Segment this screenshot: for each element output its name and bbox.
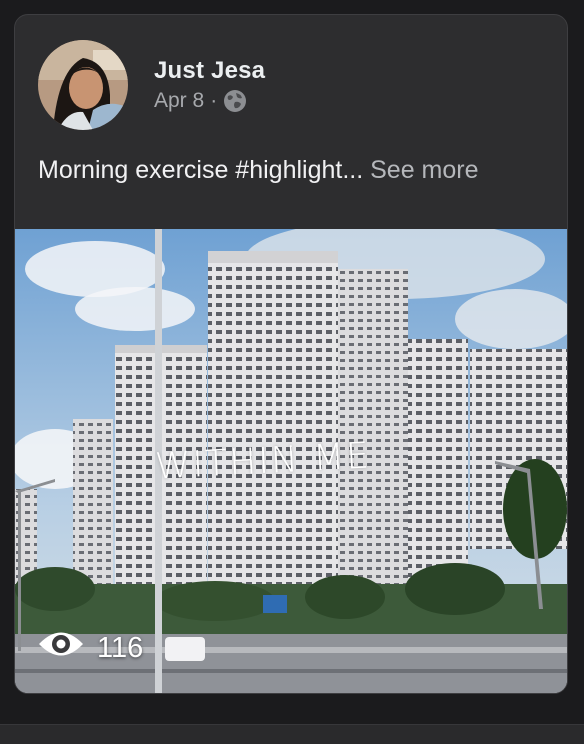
next-post-edge — [0, 724, 584, 744]
post-caption: Morning exercise #highlight... See more — [38, 156, 479, 185]
view-count-value: 116 — [97, 631, 144, 664]
view-count: 116 — [37, 627, 143, 669]
meta-separator: · — [210, 89, 218, 112]
post-date[interactable]: Apr 8 — [154, 89, 204, 113]
eye-icon — [37, 627, 85, 669]
video-thumbnail[interactable]: WITHIN ME 116 — [15, 229, 567, 693]
caption-text: Morning exercise #highlight... — [38, 156, 364, 184]
globe-icon — [223, 89, 247, 113]
post-card: Just Jesa Apr 8 · Morning exercise #high… — [14, 14, 568, 694]
avatar[interactable] — [38, 40, 128, 130]
see-more-link[interactable]: See more — [370, 156, 478, 184]
author-name[interactable]: Just Jesa — [154, 57, 265, 85]
post-meta: Apr 8 · — [154, 89, 247, 113]
